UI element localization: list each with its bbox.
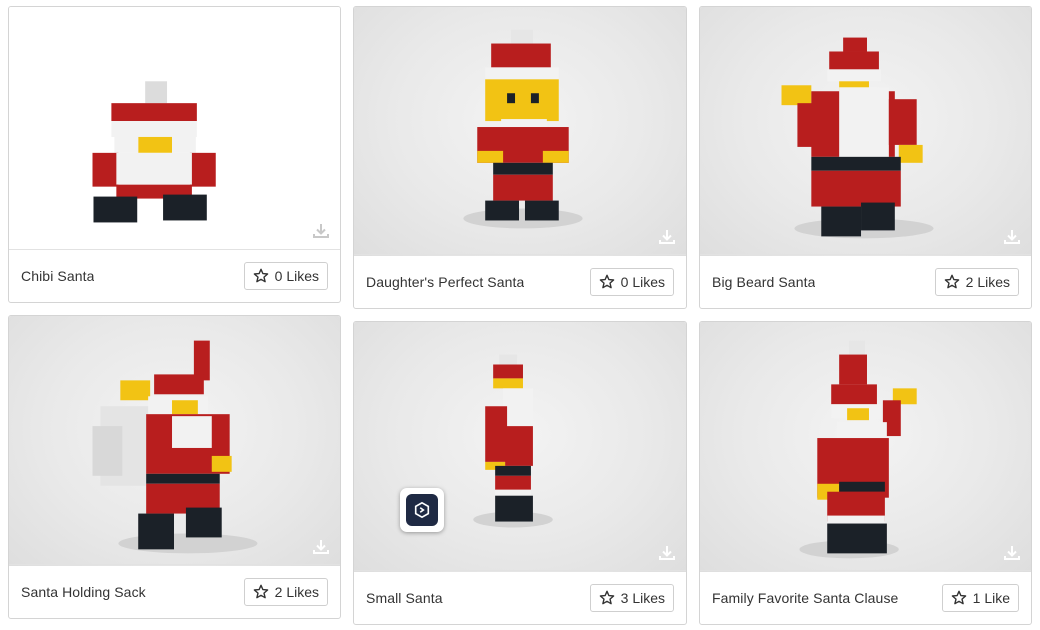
star-outline-icon	[599, 590, 614, 604]
download-icon[interactable]	[312, 538, 330, 556]
star-outline-icon	[599, 274, 614, 288]
download-icon[interactable]	[1003, 228, 1021, 246]
model-image[interactable]	[9, 7, 340, 250]
card-title[interactable]: Big Beard Santa	[712, 274, 815, 290]
model-image[interactable]	[354, 7, 686, 256]
app-badge-glyph	[414, 501, 430, 519]
star-outline-icon	[253, 268, 268, 283]
like-button[interactable]: 0 Likes	[243, 262, 328, 290]
model-image[interactable]	[700, 7, 1031, 256]
daughters-perfect-santa-model	[463, 29, 583, 229]
like-button[interactable]: 2 Likes	[243, 577, 328, 606]
like-count: 2 Likes	[274, 583, 319, 600]
like-count: 0 Likes	[274, 268, 319, 284]
card-footer: Small Santa 3 Likes	[354, 570, 686, 624]
like-count: 3 Likes	[620, 589, 665, 606]
chibi-santa-model	[92, 81, 216, 223]
model-card[interactable]: Big Beard Santa 2 Likes	[699, 6, 1032, 309]
model-card[interactable]: Daughter's Perfect Santa 0 Likes	[353, 6, 687, 309]
model-card[interactable]: Small Santa 3 Likes	[353, 321, 687, 625]
download-icon[interactable]	[1003, 544, 1021, 562]
model-image[interactable]	[354, 322, 686, 572]
model-image[interactable]	[9, 316, 340, 566]
card-title[interactable]: Small Santa	[366, 590, 443, 606]
big-beard-santa-model	[781, 37, 934, 239]
card-title[interactable]: Chibi Santa	[21, 268, 94, 284]
like-count: 0 Likes	[620, 273, 665, 290]
download-icon[interactable]	[658, 228, 676, 246]
card-footer: Family Favorite Santa Clause 1 Like	[700, 570, 1031, 624]
card-footer: Chibi Santa 0 Likes	[9, 249, 340, 302]
family-favorite-santa-model	[799, 340, 917, 559]
card-footer: Daughter's Perfect Santa 0 Likes	[354, 254, 686, 308]
like-button[interactable]: 2 Likes	[934, 267, 1019, 296]
like-button[interactable]: 1 Like	[941, 583, 1019, 612]
card-footer: Santa Holding Sack 2 Likes	[9, 564, 340, 618]
card-title[interactable]: Daughter's Perfect Santa	[366, 274, 524, 290]
download-icon[interactable]	[658, 544, 676, 562]
card-title[interactable]: Family Favorite Santa Clause	[712, 590, 898, 606]
like-count: 2 Likes	[965, 273, 1010, 290]
star-outline-icon	[253, 584, 268, 598]
like-count: 1 Like	[972, 589, 1010, 606]
model-card[interactable]: Santa Holding Sack 2 Likes	[8, 315, 341, 619]
like-button[interactable]: 3 Likes	[589, 583, 674, 612]
model-card[interactable]: Chibi Santa 0 Likes	[8, 6, 341, 303]
card-footer: Big Beard Santa 2 Likes	[700, 254, 1031, 308]
star-outline-icon	[951, 590, 966, 604]
app-badge-icon[interactable]	[400, 488, 444, 532]
small-santa-model	[473, 354, 553, 528]
like-button[interactable]: 0 Likes	[589, 267, 674, 296]
card-title[interactable]: Santa Holding Sack	[21, 584, 146, 600]
santa-holding-sack-model	[92, 340, 258, 554]
star-outline-icon	[944, 274, 959, 288]
download-icon[interactable]	[312, 222, 330, 240]
model-card[interactable]: Family Favorite Santa Clause 1 Like	[699, 321, 1032, 625]
model-image[interactable]	[700, 322, 1031, 572]
